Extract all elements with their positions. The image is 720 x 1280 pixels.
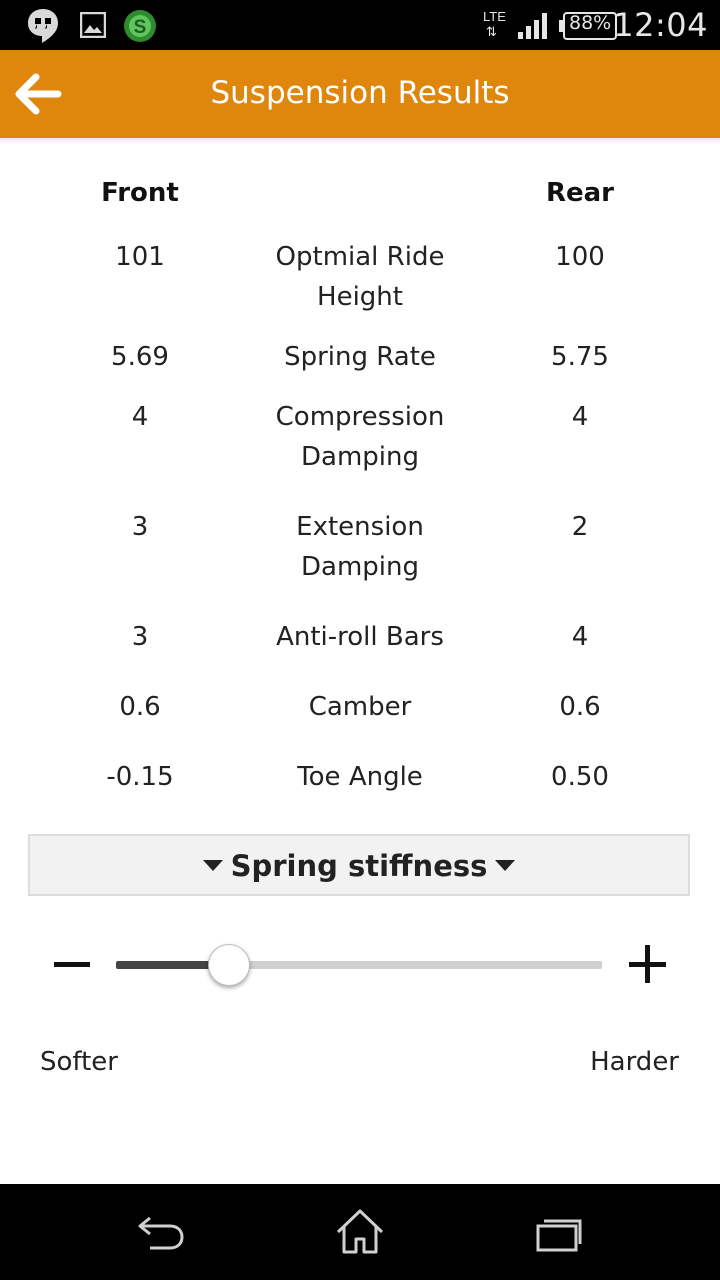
rear-value: 2 xyxy=(571,512,589,542)
rear-value: 0.6 xyxy=(559,692,601,722)
caret-down-icon xyxy=(202,859,223,871)
rear-value: 4 xyxy=(571,402,589,432)
clock: 12:04 xyxy=(613,6,708,44)
signal-icon xyxy=(518,13,547,39)
row-label: Extension Damping xyxy=(296,512,424,582)
adjustment-dropdown[interactable]: Spring stiffness xyxy=(28,834,690,896)
svg-text:S: S xyxy=(134,17,147,38)
front-value: 4 xyxy=(131,402,149,432)
row-label: Optmial Ride Height xyxy=(275,242,445,312)
plus-icon-v xyxy=(645,945,650,983)
battery-percent: 88% xyxy=(569,12,612,34)
hangouts-icon xyxy=(28,9,58,43)
status-bar: S LTE ⇅ 88% 12:04 xyxy=(0,0,720,50)
stiffness-slider[interactable] xyxy=(116,961,602,969)
rear-header: Rear xyxy=(545,178,615,208)
row-label: Toe Angle xyxy=(297,762,423,792)
softer-label: Softer xyxy=(40,1047,118,1077)
increase-button[interactable] xyxy=(627,944,669,986)
rear-value: 5.75 xyxy=(551,342,609,372)
front-value: 3 xyxy=(131,622,149,652)
front-value: 3 xyxy=(131,512,149,542)
rear-value: 0.50 xyxy=(551,762,609,792)
rear-value: 100 xyxy=(555,242,605,272)
row-label: Camber xyxy=(308,692,412,722)
front-value: -0.15 xyxy=(106,762,174,792)
caret-down-icon xyxy=(495,859,516,871)
slider-thumb[interactable] xyxy=(207,944,250,986)
front-value: 101 xyxy=(115,242,165,272)
swiftkey-icon: S xyxy=(124,10,156,42)
recents-icon xyxy=(536,1219,582,1252)
rear-value: 4 xyxy=(571,622,589,652)
row-label: Anti-roll Bars xyxy=(276,622,444,652)
nav-back-button[interactable] xyxy=(130,1206,190,1256)
page-title: Suspension Results xyxy=(210,75,510,111)
home-icon xyxy=(336,1209,384,1254)
dropdown-content: Spring stiffness xyxy=(30,849,688,883)
back-nav-icon xyxy=(138,1216,184,1250)
front-header: Front xyxy=(101,178,179,208)
nav-home-button[interactable] xyxy=(330,1206,390,1256)
row-label: Spring Rate xyxy=(284,342,436,372)
nav-bar xyxy=(0,1184,720,1280)
action-bar-shadow xyxy=(0,138,720,144)
lte-icon: LTE ⇅ xyxy=(483,9,506,40)
nav-recents-button[interactable] xyxy=(530,1206,590,1256)
front-value: 0.6 xyxy=(119,692,161,722)
harder-label: Harder xyxy=(590,1047,679,1077)
front-value: 5.69 xyxy=(111,342,169,372)
action-bar: Suspension Results xyxy=(0,50,720,138)
row-label: Compression Damping xyxy=(275,402,445,472)
decrease-button[interactable] xyxy=(52,946,92,986)
dropdown-selected-label: Spring stiffness xyxy=(230,849,488,883)
gallery-icon xyxy=(80,12,106,38)
